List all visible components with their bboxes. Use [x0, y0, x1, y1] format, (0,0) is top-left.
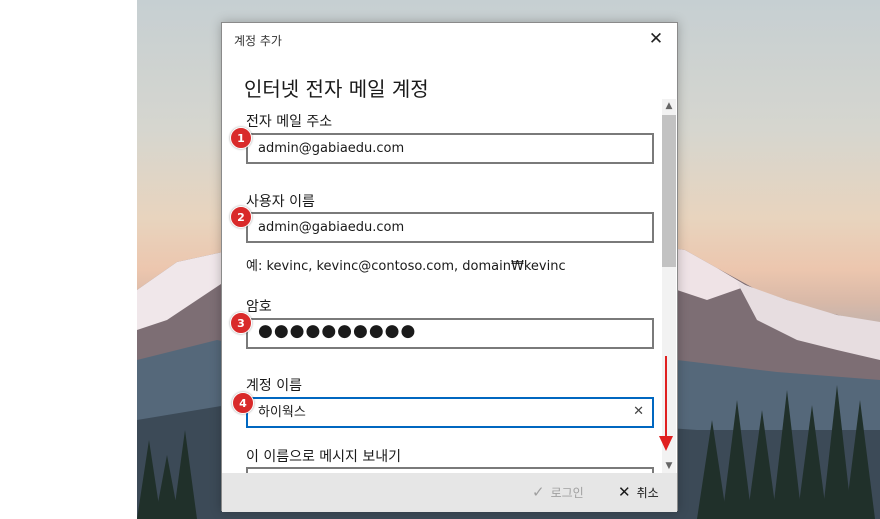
account-name-label: 계정 이름: [246, 378, 302, 394]
dialog-title: 계정 추가: [234, 34, 282, 48]
step-badge-2: 2: [230, 206, 252, 228]
scroll-down-icon[interactable]: ▼: [662, 459, 676, 473]
clear-icon[interactable]: ✕: [633, 404, 644, 419]
step-badge-4: 4: [232, 392, 254, 414]
login-label: 로그인: [550, 486, 584, 500]
password-field[interactable]: ●●●●●●●●●●: [246, 318, 654, 349]
login-button[interactable]: ✓ 로그인: [532, 483, 584, 501]
username-hint: 예: kevinc, kevinc@contoso.com, domain₩ke…: [246, 259, 566, 274]
dialog-footer: ✓ 로그인 ✕ 취소: [222, 473, 677, 512]
add-account-dialog: 계정 추가 ✕ 인터넷 전자 메일 계정 전자 메일 주소 admin@gabi…: [221, 22, 678, 512]
scroll-up-icon[interactable]: ▲: [662, 99, 676, 113]
email-field[interactable]: admin@gabiaedu.com: [246, 133, 654, 164]
annotation-arrow: [659, 356, 673, 451]
email-label: 전자 메일 주소: [246, 114, 333, 130]
cancel-label: 취소: [636, 486, 659, 500]
page-title: 인터넷 전자 메일 계정: [244, 77, 429, 101]
cancel-button[interactable]: ✕ 취소: [618, 483, 659, 501]
username-label: 사용자 이름: [246, 194, 315, 210]
step-badge-3: 3: [230, 312, 252, 334]
send-name-label: 이 이름으로 메시지 보내기: [246, 449, 402, 465]
screen: 계정 추가 ✕ 인터넷 전자 메일 계정 전자 메일 주소 admin@gabi…: [0, 0, 880, 519]
username-value: admin@gabiaedu.com: [258, 220, 405, 235]
step-badge-1: 1: [230, 127, 252, 149]
account-name-value: 하이웍스: [258, 405, 306, 420]
check-icon: ✓: [532, 483, 545, 501]
username-field[interactable]: admin@gabiaedu.com: [246, 212, 654, 243]
cancel-x-icon: ✕: [618, 483, 631, 501]
scroll-thumb[interactable]: [662, 115, 676, 267]
title-bar: 계정 추가 ✕: [222, 23, 677, 55]
password-value: ●●●●●●●●●●: [258, 321, 417, 341]
account-name-field[interactable]: 하이웍스 ✕: [246, 397, 654, 428]
email-value: admin@gabiaedu.com: [258, 141, 405, 156]
close-icon[interactable]: ✕: [646, 29, 666, 49]
password-label: 암호: [246, 299, 272, 315]
